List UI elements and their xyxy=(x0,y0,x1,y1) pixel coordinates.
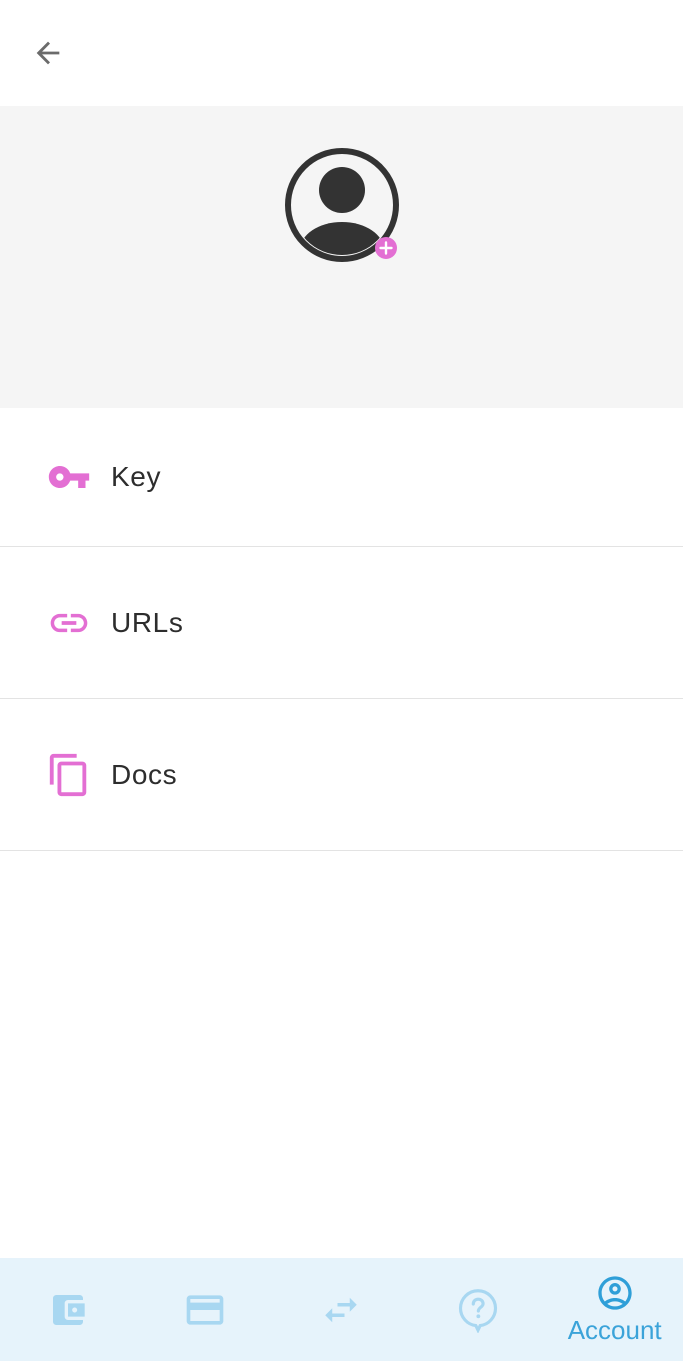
nav-item-cards[interactable] xyxy=(137,1258,274,1361)
wallet-icon xyxy=(53,1294,85,1325)
menu-item-key[interactable]: Key xyxy=(0,408,683,547)
nav-item-transfer[interactable] xyxy=(273,1258,410,1361)
help-bubble-icon xyxy=(459,1288,498,1333)
menu-item-docs[interactable]: Docs xyxy=(0,699,683,851)
nav-item-account[interactable]: Account xyxy=(546,1258,683,1361)
nav-item-help[interactable] xyxy=(410,1258,547,1361)
swap-horizontal-icon xyxy=(325,1297,358,1322)
back-button[interactable] xyxy=(24,30,72,76)
nav-item-account-label: Account xyxy=(567,1315,662,1345)
nav-item-wallet[interactable] xyxy=(0,1258,137,1361)
account-circle-icon xyxy=(598,1276,632,1310)
plus-circle-icon xyxy=(375,237,397,259)
key-icon xyxy=(46,454,92,500)
add-photo-button[interactable] xyxy=(374,236,398,260)
link-icon xyxy=(46,600,92,646)
menu-list: Key URLs Docs xyxy=(0,408,683,851)
account-screen: Key URLs Docs Account xyxy=(0,0,683,1361)
copy-icon xyxy=(46,752,92,798)
menu-item-label: Docs xyxy=(111,758,178,790)
credit-card-icon xyxy=(186,1294,224,1325)
arrow-left-icon xyxy=(36,41,60,65)
top-app-bar xyxy=(0,0,683,106)
profile-header xyxy=(0,106,683,408)
menu-item-label: Key xyxy=(111,461,162,492)
menu-item-urls[interactable]: URLs xyxy=(0,547,683,699)
menu-item-label: URLs xyxy=(111,606,184,638)
bottom-navigation: Account xyxy=(0,1258,683,1361)
